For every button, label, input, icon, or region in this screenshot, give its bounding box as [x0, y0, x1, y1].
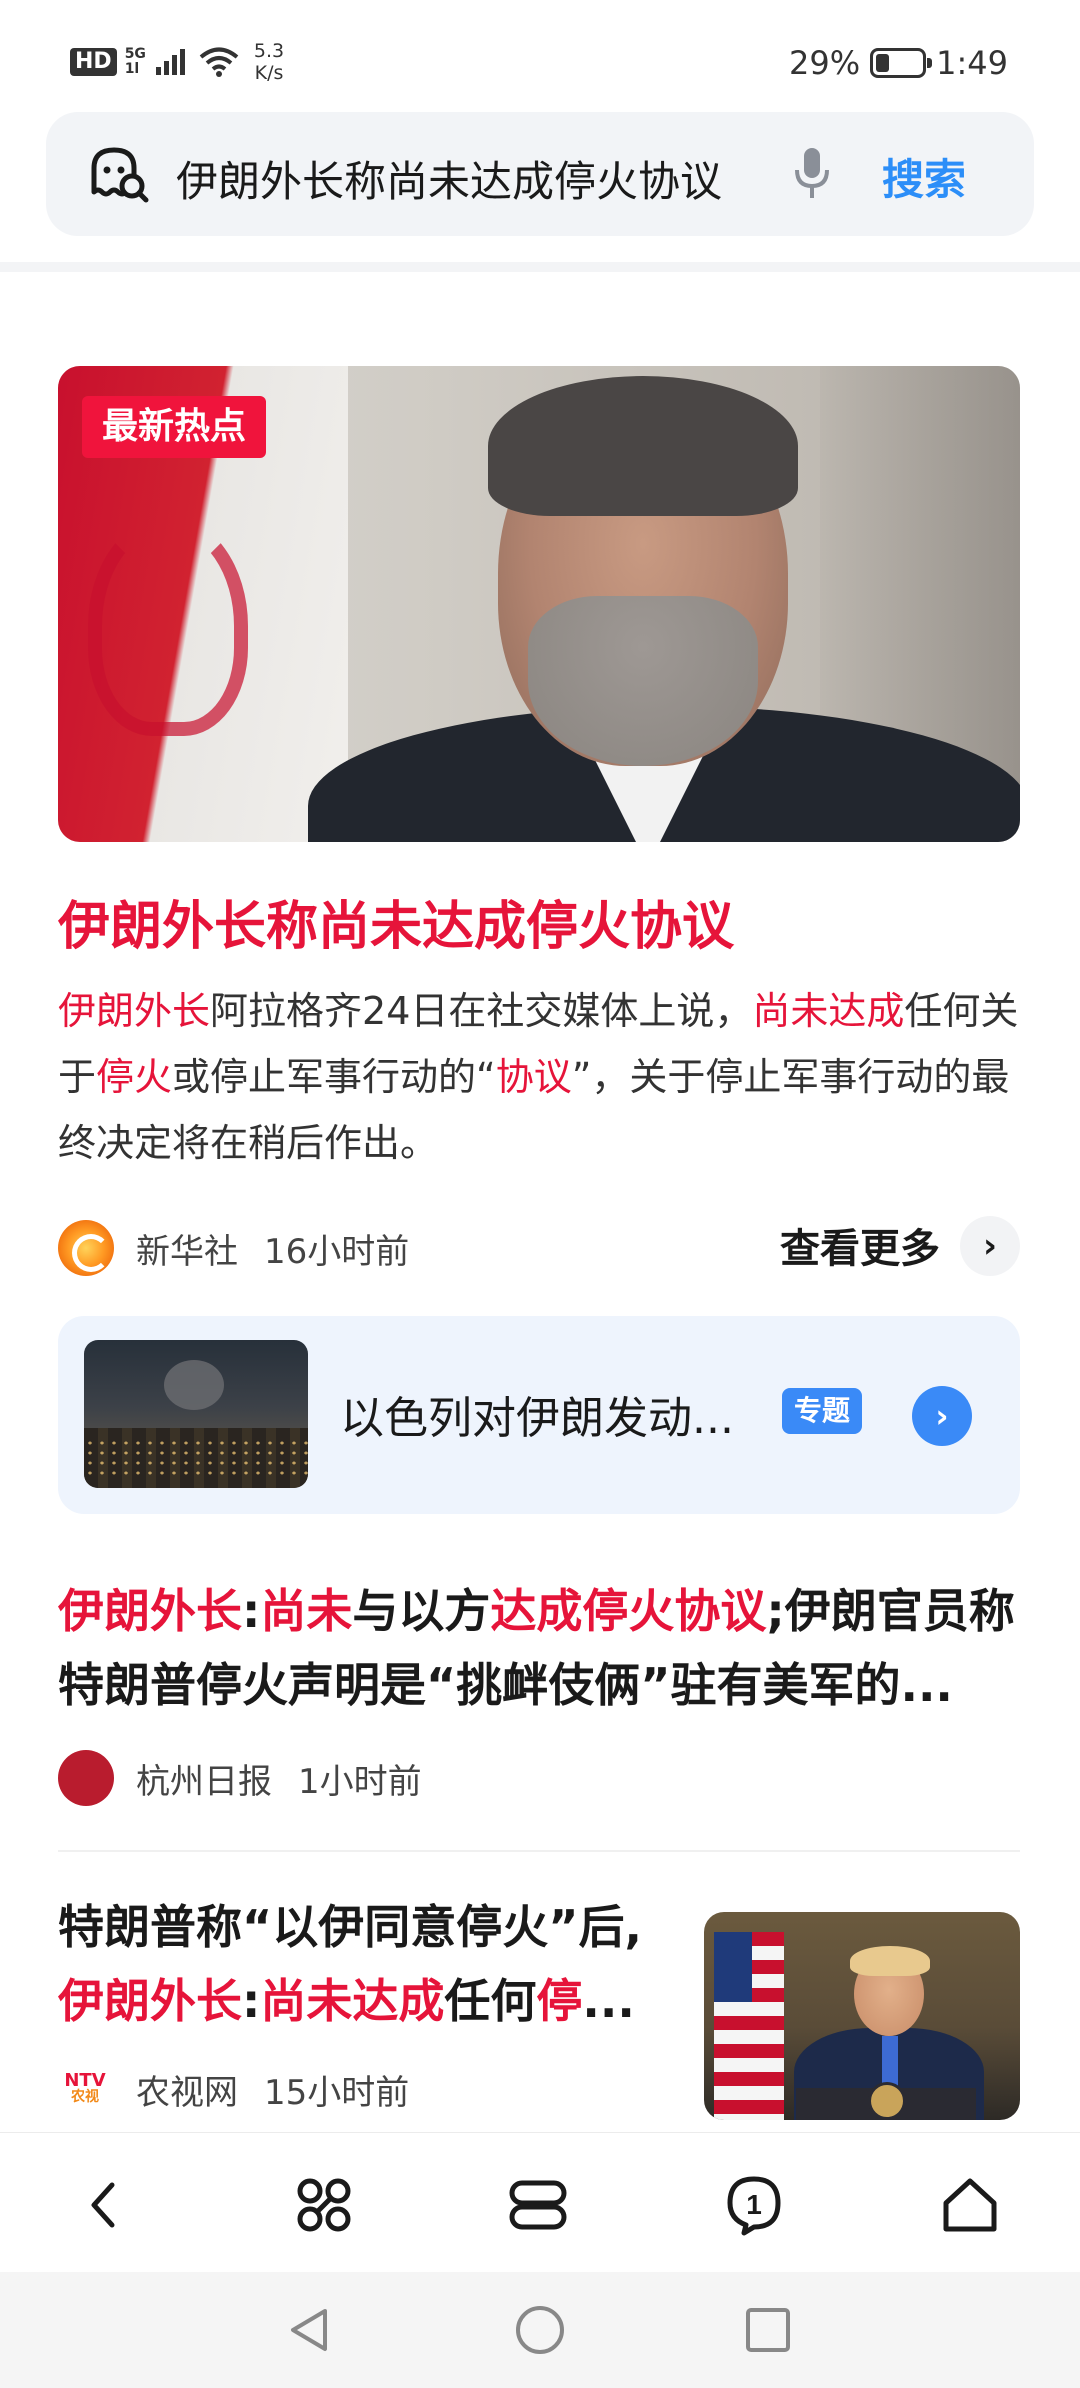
- title-highlight: 达成停火协议: [490, 1584, 767, 1638]
- status-bar: HD 5G 1l 5.3 K/s 29% 1:49: [0, 0, 1080, 112]
- triangle-back-icon: [291, 2309, 327, 2351]
- title-text: :: [242, 1584, 261, 1638]
- title-highlight: 尚未达成: [260, 1974, 445, 2028]
- publish-time: 16小时前: [264, 1231, 410, 1272]
- clock: 1:49: [936, 44, 1008, 82]
- title-text: :: [242, 1974, 261, 2028]
- system-back-button[interactable]: [282, 2302, 338, 2358]
- hero-image[interactable]: 最新热点: [58, 366, 1020, 842]
- topic-badge: 专题: [782, 1388, 863, 1434]
- net-speed: 5.3 K/s: [254, 40, 284, 84]
- summary-text: 阿拉格齐24日在社交媒体上说，: [210, 989, 753, 1033]
- battery-percent: 29%: [789, 44, 861, 82]
- title-highlight: 停: [536, 1974, 583, 2028]
- summary-highlight: 停火: [96, 1055, 173, 1099]
- summary-text: 或停止军事行动的“: [172, 1055, 496, 1099]
- title-highlight: 伊朗外长: [58, 1974, 242, 2028]
- search-button[interactable]: 搜索: [882, 146, 966, 207]
- home-icon: [943, 2178, 997, 2232]
- article-meta: 杭州日报 1小时前: [58, 1750, 422, 1806]
- ntv-logo-icon: NTV 农视: [58, 2062, 112, 2116]
- hero-summary[interactable]: 伊朗外长阿拉格齐24日在社交媒体上说，尚未达成任何关于停火或停止军事行动的“协议…: [58, 978, 1020, 1176]
- circle-home-icon: [516, 2306, 564, 2354]
- title-highlight: 尚未: [260, 1584, 353, 1638]
- search-input[interactable]: 伊朗外长称尚未达成停火协议: [176, 148, 722, 209]
- search-logo-icon: [91, 147, 149, 203]
- net-speed-unit: K/s: [254, 62, 284, 84]
- back-button[interactable]: [70, 2169, 142, 2241]
- article-title[interactable]: 特朗普称“以伊同意停火”后, 伊朗外长:尚未达成任何停...: [58, 1890, 658, 2038]
- tabs-button[interactable]: [502, 2169, 574, 2241]
- network-type: 5G: [124, 46, 146, 62]
- search-bar[interactable]: 伊朗外长称尚未达成停火协议 搜索: [46, 112, 1034, 236]
- chevron-right-icon[interactable]: ›: [960, 1216, 1020, 1276]
- title-text: 与以方: [352, 1584, 491, 1638]
- tabs-icon: [509, 2180, 567, 2230]
- topic-thumbnail: [84, 1340, 308, 1488]
- list-divider: [58, 1850, 1020, 1852]
- source-name[interactable]: 新华社: [136, 1224, 238, 1273]
- summary-highlight: 伊朗外长: [58, 989, 211, 1033]
- topic-card[interactable]: 以色列对伊朗发动... 专题 ›: [58, 1316, 1020, 1514]
- ntv-logo-bottom: 农视: [71, 2089, 99, 2105]
- apps-icon: [297, 2178, 351, 2232]
- battery-fill: [876, 54, 890, 72]
- hero-title[interactable]: 伊朗外长称尚未达成停火协议: [58, 884, 734, 959]
- xinhua-logo-icon: [58, 1220, 114, 1276]
- article-thumbnail[interactable]: [704, 1912, 1020, 2120]
- notification-icon: 1: [727, 2176, 781, 2236]
- bottom-toolbar: 1: [0, 2132, 1080, 2272]
- publish-time: 1小时前: [298, 1761, 422, 1802]
- summary-highlight: 协议: [495, 1055, 572, 1099]
- system-home-button[interactable]: [512, 2302, 568, 2358]
- chevron-right-icon[interactable]: ›: [912, 1386, 972, 1446]
- net-speed-value: 5.3: [253, 40, 285, 62]
- person-beard: [528, 596, 758, 766]
- summary-highlight: 尚未达成: [752, 989, 905, 1033]
- article-meta: NTV 农视 农视网 15小时前: [58, 2062, 409, 2116]
- system-recents-button[interactable]: [740, 2302, 796, 2358]
- podium-seal: [868, 2082, 906, 2120]
- section-divider: [0, 262, 1080, 272]
- title-text: 特朗普称“以伊同意停火”后,: [58, 1900, 642, 1954]
- wifi-icon: [199, 47, 239, 77]
- publish-time: 15小时前: [264, 2072, 410, 2113]
- signal-icon: [155, 49, 185, 75]
- smoke-shape: [164, 1360, 224, 1410]
- notification-count: 1: [746, 2189, 762, 2220]
- battery-icon: [870, 48, 933, 78]
- square-recents-icon: [746, 2308, 790, 2352]
- city-lights: [84, 1438, 308, 1478]
- ntv-logo-top: NTV: [64, 2070, 106, 2091]
- hangzhou-daily-logo-icon: [58, 1750, 114, 1806]
- source-name[interactable]: 杭州日报: [136, 1754, 272, 1803]
- article-title[interactable]: 伊朗外长:尚未与以方达成停火协议;伊朗官员称特朗普停火声明是“挑衅伎俩”驻有美军…: [58, 1574, 1020, 1722]
- back-icon: [91, 2182, 115, 2228]
- system-nav-bar: [0, 2272, 1080, 2388]
- title-text: 任何: [444, 1974, 537, 2028]
- topic-title: 以色列对伊朗发动...: [340, 1393, 734, 1444]
- hot-news-badge: 最新热点: [82, 396, 267, 458]
- hero-meta: 新华社 16小时前: [58, 1220, 409, 1276]
- notification-button[interactable]: 1: [718, 2169, 790, 2241]
- home-button[interactable]: [934, 2169, 1006, 2241]
- network-sub: 1l: [124, 61, 140, 77]
- source-name[interactable]: 农视网: [136, 2065, 238, 2114]
- title-highlight: 伊朗外长: [58, 1584, 242, 1638]
- person-hair: [850, 1946, 930, 1976]
- network-indicator: 5G 1l: [125, 47, 146, 77]
- microphone-icon[interactable]: [792, 146, 832, 202]
- status-right: 29% 1:49: [789, 44, 1008, 82]
- flag-emblem: [88, 516, 248, 736]
- title-text: ...: [582, 1974, 635, 2028]
- us-flag-canton: [714, 1932, 752, 2002]
- view-more-link[interactable]: 查看更多: [780, 1216, 940, 1274]
- hd-indicator: HD: [70, 48, 117, 76]
- apps-button[interactable]: [288, 2169, 360, 2241]
- status-left: HD 5G 1l 5.3 K/s: [70, 40, 284, 84]
- person-hair: [488, 376, 798, 516]
